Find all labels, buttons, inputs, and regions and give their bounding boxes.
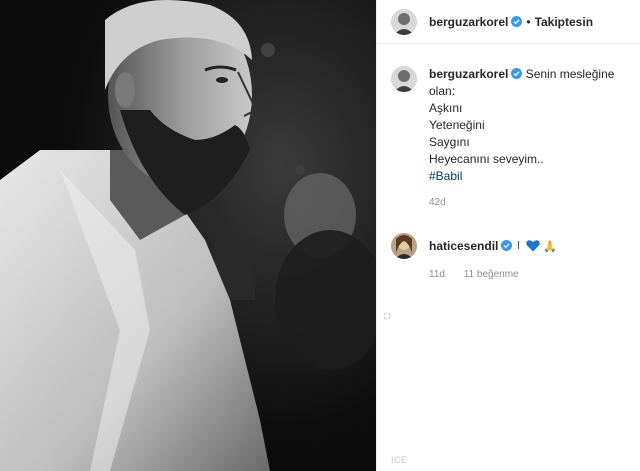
pray-emoji: 🙏: [543, 241, 558, 253]
comment-age[interactable]: 11d: [429, 269, 445, 280]
commenter-avatar[interactable]: [391, 233, 417, 259]
footer-partial-text: ICE: [391, 455, 408, 465]
hashtag-link[interactable]: #Babil: [429, 168, 626, 185]
comments-section: berguzarkorel Senin mesleğine olan: Aşkı…: [377, 44, 640, 288]
caption-meta: 42d: [429, 194, 626, 211]
caption-text: berguzarkorel Senin mesleğine olan: Aşkı…: [429, 66, 626, 211]
bw-portrait-image: [0, 0, 376, 471]
comment-meta: 11d 11 beğenme: [429, 262, 557, 288]
small-marker-icon: [517, 241, 519, 249]
author-avatar[interactable]: [391, 8, 417, 35]
comment-text: haticesendil 🙏 11d 11 beğenme: [429, 233, 557, 288]
caption-comment: berguzarkorel Senin mesleğine olan: Aşkı…: [391, 66, 626, 211]
comment-likes[interactable]: 11 beğenme: [464, 269, 519, 280]
loading-spinner-icon: [383, 312, 391, 320]
commenter-username[interactable]: haticesendil: [429, 239, 498, 253]
post-header: berguzarkorel • Takiptesin: [377, 0, 640, 44]
verified-badge-icon: [511, 16, 523, 27]
caption-author-avatar[interactable]: [391, 66, 417, 92]
caption-line: Saygını: [429, 135, 470, 149]
blue-heart-icon: [526, 240, 540, 252]
caption-line: Yeteneğini: [429, 118, 485, 132]
follow-status-button[interactable]: Takiptesin: [535, 15, 593, 29]
caption-line: Aşkını: [429, 101, 463, 115]
post-side-panel: berguzarkorel • Takiptesin berguzarkorel…: [376, 0, 640, 471]
comment-item: haticesendil 🙏 11d 11 beğenme: [391, 233, 626, 288]
author-username[interactable]: berguzarkorel: [429, 15, 508, 29]
verified-badge-icon: [511, 68, 523, 79]
instagram-post: berguzarkorel • Takiptesin berguzarkorel…: [0, 0, 640, 471]
separator-dot: •: [526, 14, 531, 29]
caption-age[interactable]: 42d: [429, 197, 446, 208]
verified-badge-icon: [501, 240, 513, 251]
caption-username[interactable]: berguzarkorel: [429, 67, 508, 81]
caption-line: Heyecanını seveyim..: [429, 152, 544, 166]
post-photo[interactable]: [0, 0, 376, 471]
